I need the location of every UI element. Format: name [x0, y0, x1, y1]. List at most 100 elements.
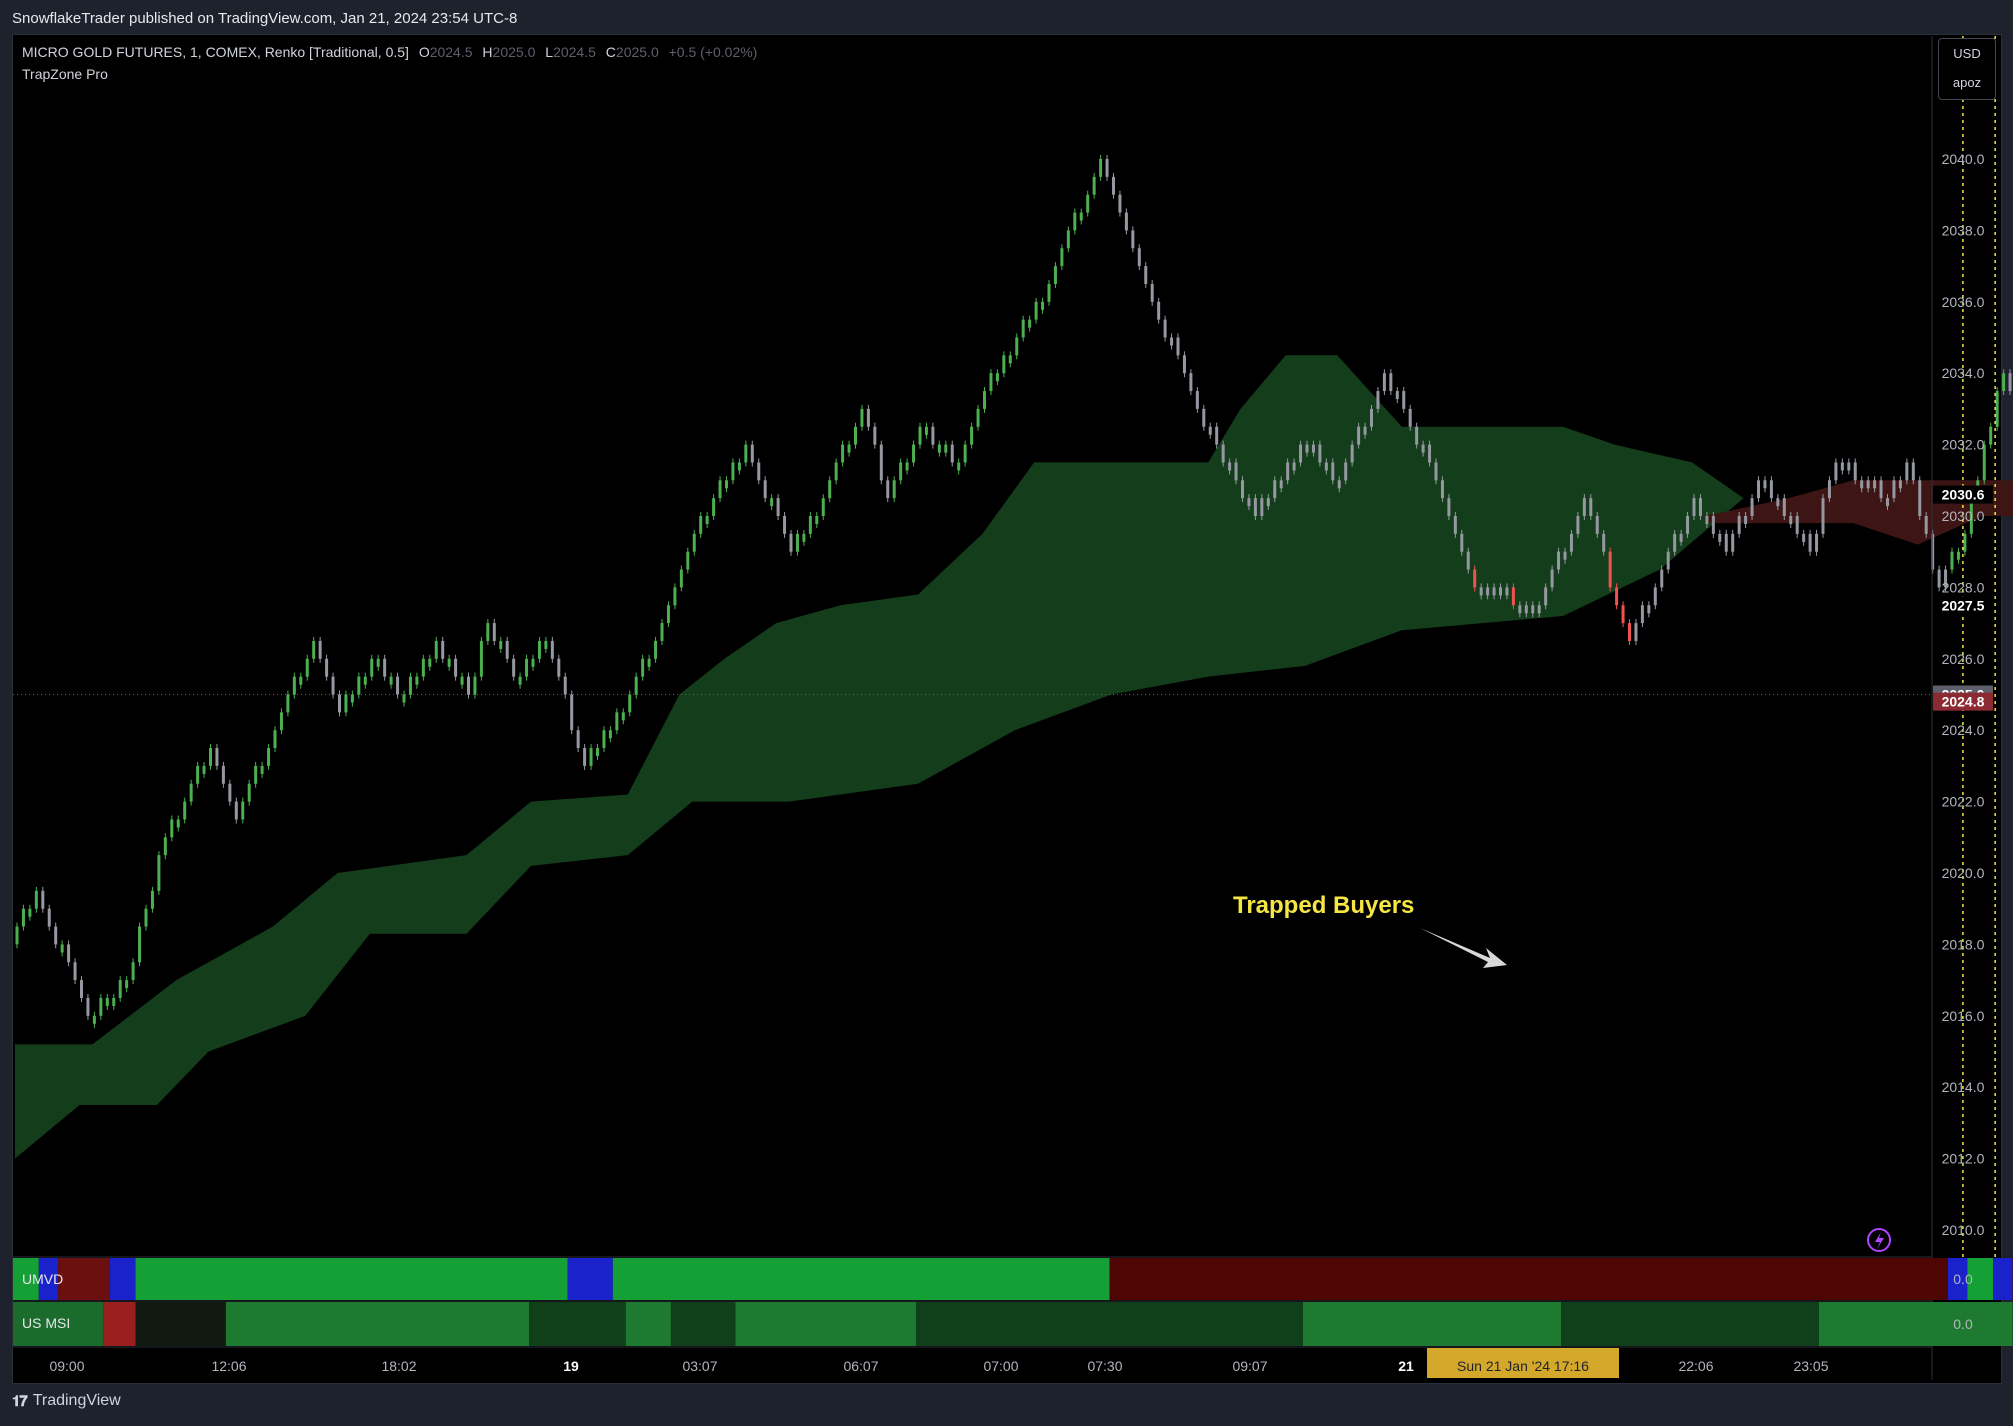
renko-brick-down[interactable]	[1602, 533, 1606, 552]
renko-brick-up[interactable]	[1963, 533, 1967, 552]
renko-brick-up[interactable]	[737, 462, 741, 471]
renko-brick-up[interactable]	[1673, 533, 1677, 552]
renko-brick-up[interactable]	[1834, 462, 1838, 481]
renko-brick-up[interactable]	[937, 444, 941, 453]
renko-brick-up[interactable]	[544, 640, 548, 649]
renko-brick-up[interactable]	[854, 426, 857, 445]
renko-brick-up[interactable]	[1634, 623, 1638, 641]
renko-brick-down[interactable]	[763, 480, 767, 499]
renko-brick-up[interactable]	[628, 694, 632, 713]
renko-brick-down[interactable]	[1150, 283, 1154, 302]
renko-brick-down[interactable]	[563, 676, 567, 695]
renko-brick-up[interactable]	[1860, 480, 1864, 489]
renko-brick-up[interactable]	[305, 658, 309, 677]
renko-brick-up[interactable]	[1815, 533, 1819, 552]
indicator-legend[interactable]: TrapZone Pro	[22, 66, 108, 82]
renko-brick-up[interactable]	[1079, 212, 1083, 221]
renko-brick-up[interactable]	[744, 444, 748, 463]
renko-brick-down[interactable]	[338, 694, 341, 713]
renko-brick-up[interactable]	[660, 623, 664, 641]
renko-brick-down[interactable]	[1331, 462, 1335, 481]
renko-brick-down[interactable]	[1318, 444, 1322, 463]
renko-brick-up[interactable]	[357, 676, 361, 695]
renko-brick-up[interactable]	[189, 783, 193, 802]
renko-brick-down[interactable]	[1621, 605, 1625, 624]
renko-brick-down[interactable]	[1453, 516, 1457, 534]
renko-brick-up[interactable]	[1092, 176, 1096, 195]
renko-brick-up[interactable]	[770, 498, 774, 507]
renko-brick-down[interactable]	[1808, 533, 1812, 552]
renko-brick-down[interactable]	[383, 658, 387, 677]
renko-brick-up[interactable]	[589, 748, 593, 766]
renko-brick-down[interactable]	[228, 783, 232, 802]
renko-brick-down[interactable]	[1234, 462, 1238, 481]
renko-brick-down[interactable]	[750, 444, 754, 463]
renko-brick-up[interactable]	[847, 444, 851, 453]
renko-brick-down[interactable]	[583, 748, 587, 766]
renko-brick-down[interactable]	[1112, 176, 1115, 195]
renko-brick-up[interactable]	[1886, 498, 1889, 507]
renko-brick-up[interactable]	[1008, 355, 1012, 364]
renko-brick-up[interactable]	[518, 676, 522, 685]
renko-brick-up[interactable]	[292, 676, 296, 695]
symbol-name[interactable]: MICRO GOLD FUTURES, 1, COMEX, Renko [Tra…	[22, 44, 409, 60]
renko-brick-down[interactable]	[221, 765, 225, 784]
renko-brick-up[interactable]	[1653, 587, 1657, 606]
renko-brick-down[interactable]	[873, 426, 877, 445]
renko-brick-up[interactable]	[1718, 533, 1722, 542]
renko-brick-up[interactable]	[641, 658, 645, 677]
renko-brick-up[interactable]	[1505, 587, 1509, 596]
renko-brick-up[interactable]	[821, 498, 825, 516]
usmsi-label[interactable]: US MSI	[22, 1315, 70, 1331]
renko-brick-up[interactable]	[1047, 283, 1051, 302]
renko-brick-up[interactable]	[795, 533, 799, 552]
renko-brick-up[interactable]	[808, 516, 812, 534]
renko-brick-up[interactable]	[144, 908, 148, 927]
renko-brick-up[interactable]	[1099, 159, 1103, 177]
renko-brick-up[interactable]	[486, 623, 490, 641]
renko-brick-up[interactable]	[350, 694, 354, 703]
renko-brick-up[interactable]	[1873, 480, 1877, 489]
renko-brick-down[interactable]	[550, 640, 554, 659]
renko-brick-up[interactable]	[1750, 498, 1754, 516]
footer-brand[interactable]: TradingView	[33, 1392, 121, 1410]
renko-brick-up[interactable]	[1569, 533, 1573, 552]
renko-brick-up[interactable]	[138, 926, 142, 963]
renko-brick-up[interactable]	[731, 462, 735, 481]
renko-brick-up[interactable]	[1286, 462, 1290, 481]
renko-brick-up[interactable]	[615, 712, 619, 731]
renko-brick-down[interactable]	[866, 408, 870, 427]
renko-brick-up[interactable]	[1905, 462, 1909, 481]
renko-brick-up[interactable]	[976, 408, 980, 427]
renko-brick-up[interactable]	[21, 908, 25, 927]
renko-brick-up[interactable]	[15, 926, 19, 945]
renko-brick-up[interactable]	[479, 640, 483, 677]
renko-brick-up[interactable]	[647, 658, 651, 667]
renko-brick-down[interactable]	[1402, 391, 1406, 409]
renko-brick-up[interactable]	[944, 444, 948, 453]
renko-brick-up[interactable]	[202, 765, 206, 774]
renko-brick-up[interactable]	[1228, 462, 1232, 471]
renko-brick-up[interactable]	[363, 676, 367, 685]
renko-brick-up[interactable]	[1518, 605, 1522, 614]
renko-brick-up[interactable]	[705, 516, 709, 524]
renko-brick-down[interactable]	[325, 658, 329, 677]
renko-brick-down[interactable]	[1769, 480, 1773, 499]
renko-brick-up[interactable]	[1260, 498, 1264, 516]
annotation-trapped-buyers[interactable]: Trapped Buyers	[1233, 892, 1414, 919]
renko-brick-up[interactable]	[402, 694, 406, 703]
renko-brick-up[interactable]	[1757, 480, 1760, 499]
renko-brick-down[interactable]	[1131, 230, 1135, 249]
renko-brick-down[interactable]	[931, 426, 935, 445]
renko-brick-down[interactable]	[1853, 462, 1857, 481]
renko-brick-up[interactable]	[105, 997, 109, 1006]
renko-brick-down[interactable]	[757, 462, 761, 481]
renko-brick-down[interactable]	[1918, 480, 1922, 516]
renko-brick-up[interactable]	[899, 462, 903, 481]
renko-brick-up[interactable]	[1544, 587, 1548, 606]
renko-brick-down[interactable]	[1408, 408, 1412, 427]
renko-brick-up[interactable]	[170, 819, 174, 838]
renko-brick-up[interactable]	[421, 658, 425, 677]
renko-brick-down[interactable]	[557, 658, 561, 677]
renko-brick-up[interactable]	[1486, 587, 1490, 596]
